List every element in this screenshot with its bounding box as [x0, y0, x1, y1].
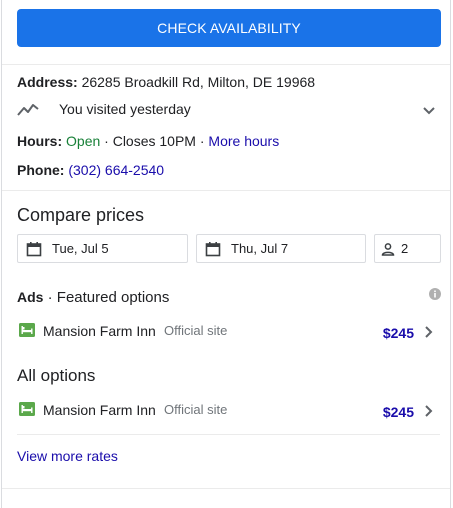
phone-row: Phone: (302) 664-2540 [17, 160, 164, 180]
hotel-site-label: Official site [164, 402, 228, 417]
featured-option-row[interactable]: Mansion Farm Inn Official site $245 [17, 320, 441, 344]
divider [17, 434, 440, 435]
hotel-price: $245 [382, 325, 414, 341]
address-label: Address: [17, 74, 78, 90]
phone-link[interactable]: (302) 664-2540 [68, 162, 164, 178]
person-icon [381, 242, 395, 256]
divider [2, 190, 450, 191]
check-availability-button[interactable]: CHECK AVAILABILITY [17, 9, 441, 47]
open-status: Open [66, 133, 101, 149]
hours-row: Hours: Open · Closes 10PM · More hours [17, 131, 279, 151]
trend-line-icon [17, 104, 39, 116]
featured-options-header: Ads · Featured options [17, 287, 169, 308]
divider [2, 64, 450, 65]
hotel-name: Mansion Farm Inn [43, 402, 156, 418]
guests-value: 2 [401, 241, 409, 256]
phone-label: Phone: [17, 162, 65, 178]
calendar-icon [205, 241, 221, 256]
closes-text: · Closes 10PM · [100, 133, 209, 149]
more-hours-link[interactable]: More hours [208, 133, 279, 149]
calendar-icon [26, 241, 42, 256]
featured-options-title: · Featured options [43, 289, 170, 306]
chevron-down-icon[interactable] [421, 102, 437, 118]
hotel-bed-icon [19, 402, 35, 416]
divider [2, 488, 450, 489]
panel-left-border [1, 0, 2, 508]
view-more-rates-link[interactable]: View more rates [17, 446, 118, 466]
visited-text: You visited yesterday [59, 101, 191, 117]
address-value: 26285 Broadkill Rd, Milton, DE 19968 [81, 74, 316, 90]
chevron-right-icon [425, 405, 433, 417]
ads-label: Ads [17, 289, 44, 305]
chevron-right-icon [425, 326, 433, 338]
address-row: Address: 26285 Broadkill Rd, Milton, DE … [17, 72, 315, 92]
hours-label: Hours: [17, 133, 63, 149]
check-out-date-field[interactable]: Thu, Jul 7 [196, 234, 366, 263]
info-icon[interactable] [429, 288, 441, 300]
panel-right-border [450, 0, 451, 508]
check-out-value: Thu, Jul 7 [231, 241, 289, 256]
compare-prices-title: Compare prices [17, 205, 145, 225]
check-in-date-field[interactable]: Tue, Jul 5 [17, 234, 188, 263]
check-in-value: Tue, Jul 5 [52, 241, 109, 256]
hotel-name: Mansion Farm Inn [43, 323, 156, 339]
all-options-title: All options [17, 366, 96, 385]
guests-selector[interactable]: 2 [374, 234, 441, 263]
hotel-price: $245 [382, 404, 414, 420]
hotel-site-label: Official site [164, 323, 228, 338]
all-option-row[interactable]: Mansion Farm Inn Official site $245 [17, 399, 441, 423]
hotel-bed-icon [19, 323, 35, 337]
